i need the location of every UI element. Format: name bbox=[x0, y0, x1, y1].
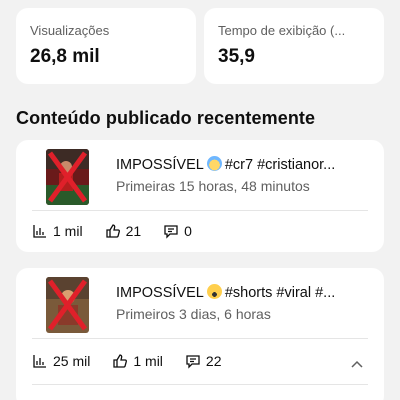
likes-metric: 21 bbox=[105, 223, 142, 239]
video-card[interactable]: IMPOSSÍVEL #cr7 #cristianor... Primeiras … bbox=[16, 140, 384, 252]
comments-count: 0 bbox=[184, 223, 192, 239]
views-label: Visualizações bbox=[30, 23, 110, 38]
video-metrics: 25 mil 1 mil 22 bbox=[32, 353, 244, 369]
video-title[interactable]: IMPOSSÍVEL #shorts #viral #... bbox=[116, 284, 372, 301]
collapse-button[interactable] bbox=[350, 356, 364, 374]
bar-chart-icon bbox=[33, 225, 46, 238]
views-value: 26,8 mil bbox=[30, 46, 100, 67]
video-card[interactable]: IMPOSSÍVEL #shorts #viral #... Primeiros … bbox=[16, 268, 384, 400]
chevron-up-icon bbox=[351, 360, 363, 368]
watch-time-value: 35,9 bbox=[218, 46, 255, 67]
bar-chart-icon bbox=[33, 355, 46, 368]
thumbs-up-icon bbox=[113, 354, 128, 368]
section-title: Conteúdo publicado recentemente bbox=[16, 108, 316, 128]
views-metric: 25 mil bbox=[32, 353, 90, 369]
thumbs-up-icon bbox=[105, 224, 120, 238]
video-metrics: 1 mil 21 0 bbox=[32, 223, 214, 239]
likes-metric: 1 mil bbox=[112, 353, 163, 369]
comments-metric: 0 bbox=[163, 223, 192, 239]
views-count: 1 mil bbox=[53, 223, 83, 239]
video-title-hashtags: #cr7 #cristianor... bbox=[224, 157, 336, 173]
likes-count: 1 mil bbox=[133, 353, 163, 369]
watch-time-label: Tempo de exibição (... bbox=[218, 23, 346, 38]
video-thumbnail[interactable] bbox=[46, 277, 89, 333]
comment-icon bbox=[164, 225, 178, 239]
divider bbox=[32, 210, 368, 211]
video-title[interactable]: IMPOSSÍVEL #cr7 #cristianor... bbox=[116, 156, 372, 173]
likes-count: 21 bbox=[125, 223, 142, 239]
video-thumbnail[interactable] bbox=[46, 149, 89, 205]
watch-time-stat-card[interactable]: Tempo de exibição (... 35,9 bbox=[204, 8, 384, 84]
studio-analytics-page: Visualizações 26,8 mil Tempo de exibição… bbox=[0, 0, 400, 400]
divider bbox=[32, 384, 368, 385]
comments-count: 22 bbox=[205, 353, 222, 369]
video-meta: Primeiras 15 horas, 48 minutos bbox=[116, 178, 310, 194]
views-stat-card[interactable]: Visualizações 26,8 mil bbox=[16, 8, 196, 84]
video-meta: Primeiros 3 dias, 6 horas bbox=[116, 306, 271, 322]
video-title-text: IMPOSSÍVEL bbox=[116, 157, 204, 173]
comment-icon bbox=[186, 355, 200, 369]
video-title-hashtags: #shorts #viral #... bbox=[224, 285, 336, 301]
comments-metric: 22 bbox=[185, 353, 222, 369]
scream-face-emoji-icon bbox=[206, 284, 222, 299]
views-count: 25 mil bbox=[53, 353, 91, 369]
divider bbox=[32, 338, 368, 339]
cold-face-emoji-icon bbox=[206, 156, 222, 171]
views-metric: 1 mil bbox=[32, 223, 83, 239]
video-title-text: IMPOSSÍVEL bbox=[116, 285, 204, 301]
